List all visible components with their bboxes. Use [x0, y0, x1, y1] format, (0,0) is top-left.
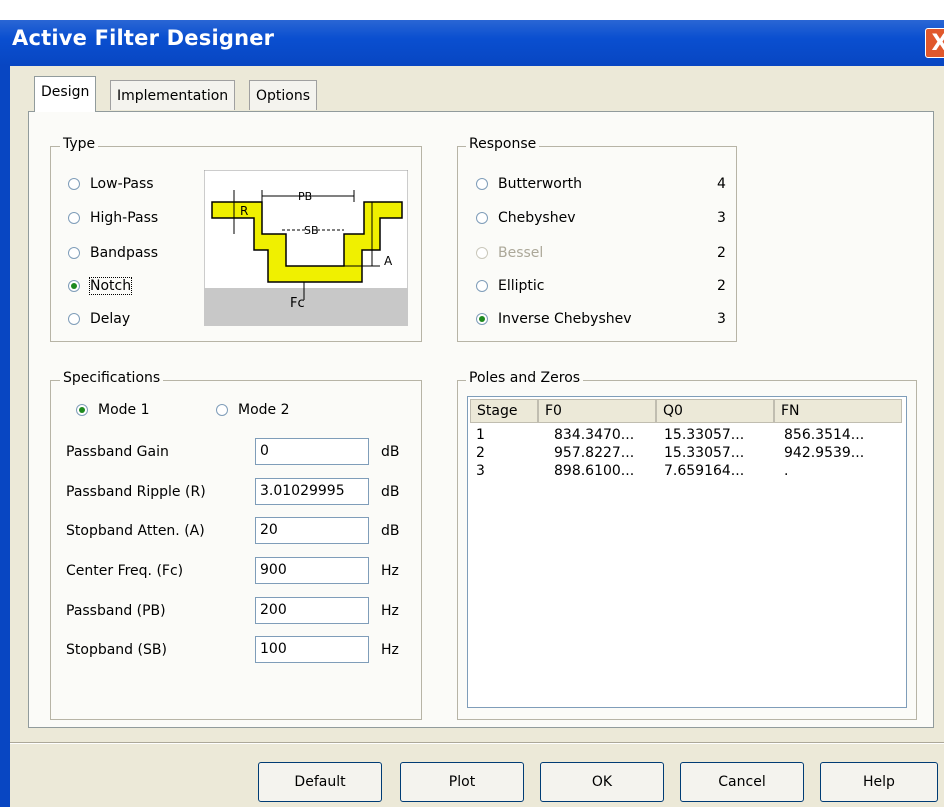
radio-button-icon[interactable] — [68, 313, 80, 325]
stopband-label: Stopband (SB) — [66, 642, 167, 658]
radio-button-icon[interactable] — [476, 212, 488, 224]
tab-design[interactable]: Design — [34, 76, 97, 112]
stopband-atten-label: Stopband Atten. (A) — [66, 523, 205, 539]
radio-chebyshev[interactable]: Chebyshev — [476, 206, 576, 230]
diagram-a-label: A — [384, 254, 393, 268]
radio-button-disabled-icon — [476, 247, 488, 259]
passband-gain-field[interactable]: 0 — [255, 438, 369, 465]
stopband-unit: Hz — [381, 642, 399, 658]
radio-delay[interactable]: Delay — [68, 307, 130, 331]
radio-high-pass[interactable]: High-Pass — [68, 206, 158, 230]
radio-button-icon[interactable] — [68, 212, 80, 224]
response-group-label: Response — [466, 136, 540, 152]
radio-button-icon[interactable] — [68, 247, 80, 259]
plot-button[interactable]: Plot — [400, 762, 524, 802]
radio-button-icon[interactable] — [476, 178, 488, 190]
radio-notch[interactable]: Notch — [68, 274, 133, 298]
column-header-f0[interactable]: F0 — [538, 399, 656, 423]
diagram-pb-label: PB — [298, 190, 313, 203]
order-bessel: 2 — [717, 245, 726, 261]
radio-button-icon[interactable] — [68, 178, 80, 190]
ok-button[interactable]: OK — [540, 762, 664, 802]
radio-bandpass[interactable]: Bandpass — [68, 241, 158, 265]
specifications-group — [50, 380, 422, 720]
radio-button-icon[interactable] — [476, 280, 488, 292]
specifications-group-label: Specifications — [60, 370, 164, 386]
poles-zeros-list[interactable]: Stage F0 Q0 FN 1 834.3470... 15.33057...… — [467, 396, 907, 708]
tab-options[interactable]: Options — [249, 80, 318, 110]
title-bar[interactable]: Active Filter Designer X — [0, 20, 944, 66]
window-title: Active Filter Designer — [12, 26, 275, 50]
center-freq-label: Center Freq. (Fc) — [66, 563, 184, 579]
center-freq-field[interactable]: 900 — [255, 557, 369, 584]
stopband-atten-field[interactable]: 20 — [255, 517, 369, 544]
stopband-field[interactable]: 100 — [255, 636, 369, 663]
notch-filter-diagram: PB SB R A Fc — [203, 169, 409, 327]
help-button[interactable]: Help — [820, 762, 938, 802]
radio-mode-1[interactable]: Mode 1 — [76, 398, 150, 422]
cancel-button[interactable]: Cancel — [680, 762, 804, 802]
passband-gain-unit: dB — [381, 444, 400, 460]
passband-gain-label: Passband Gain — [66, 444, 169, 460]
order-inverse-chebyshev: 3 — [717, 311, 726, 327]
radio-elliptic[interactable]: Elliptic — [476, 274, 544, 298]
radio-butterworth[interactable]: Butterworth — [476, 172, 582, 196]
column-header-stage[interactable]: Stage — [470, 399, 538, 423]
column-header-fn[interactable]: FN — [774, 399, 902, 423]
type-group-label: Type — [60, 136, 99, 152]
order-elliptic: 2 — [717, 278, 726, 294]
radio-button-selected-icon[interactable] — [476, 313, 488, 325]
tab-implementation[interactable]: Implementation — [110, 80, 236, 110]
window-border — [0, 66, 10, 807]
radio-button-selected-icon[interactable] — [68, 280, 80, 292]
button-separator — [10, 742, 944, 744]
diagram-sb-label: SB — [304, 224, 319, 237]
poles-zeros-group-label: Poles and Zeros — [466, 370, 584, 386]
radio-inverse-chebyshev[interactable]: Inverse Chebyshev — [476, 307, 632, 331]
diagram-fc-label: Fc — [290, 296, 305, 311]
passband-label: Passband (PB) — [66, 603, 166, 619]
passband-ripple-label: Passband Ripple (R) — [66, 484, 206, 500]
center-freq-unit: Hz — [381, 563, 399, 579]
table-row[interactable]: 3 898.6100... 7.659164... . — [470, 463, 904, 481]
passband-ripple-field[interactable]: 3.01029995 — [255, 478, 369, 505]
radio-mode-2[interactable]: Mode 2 — [216, 398, 290, 422]
radio-button-selected-icon[interactable] — [76, 404, 88, 416]
order-chebyshev: 3 — [717, 210, 726, 226]
radio-low-pass[interactable]: Low-Pass — [68, 172, 154, 196]
close-button[interactable]: X — [925, 28, 944, 58]
column-header-q0[interactable]: Q0 — [656, 399, 774, 423]
default-button[interactable]: Default — [258, 762, 382, 802]
radio-button-icon[interactable] — [216, 404, 228, 416]
stopband-atten-unit: dB — [381, 523, 400, 539]
passband-field[interactable]: 200 — [255, 597, 369, 624]
passband-unit: Hz — [381, 603, 399, 619]
table-row[interactable]: 2 957.8227... 15.33057... 942.9539... — [470, 445, 904, 463]
order-butterworth: 4 — [717, 176, 726, 192]
table-row[interactable]: 1 834.3470... 15.33057... 856.3514... — [470, 427, 904, 445]
passband-ripple-unit: dB — [381, 484, 400, 500]
radio-bessel: Bessel — [476, 241, 543, 265]
diagram-r-label: R — [240, 204, 249, 218]
